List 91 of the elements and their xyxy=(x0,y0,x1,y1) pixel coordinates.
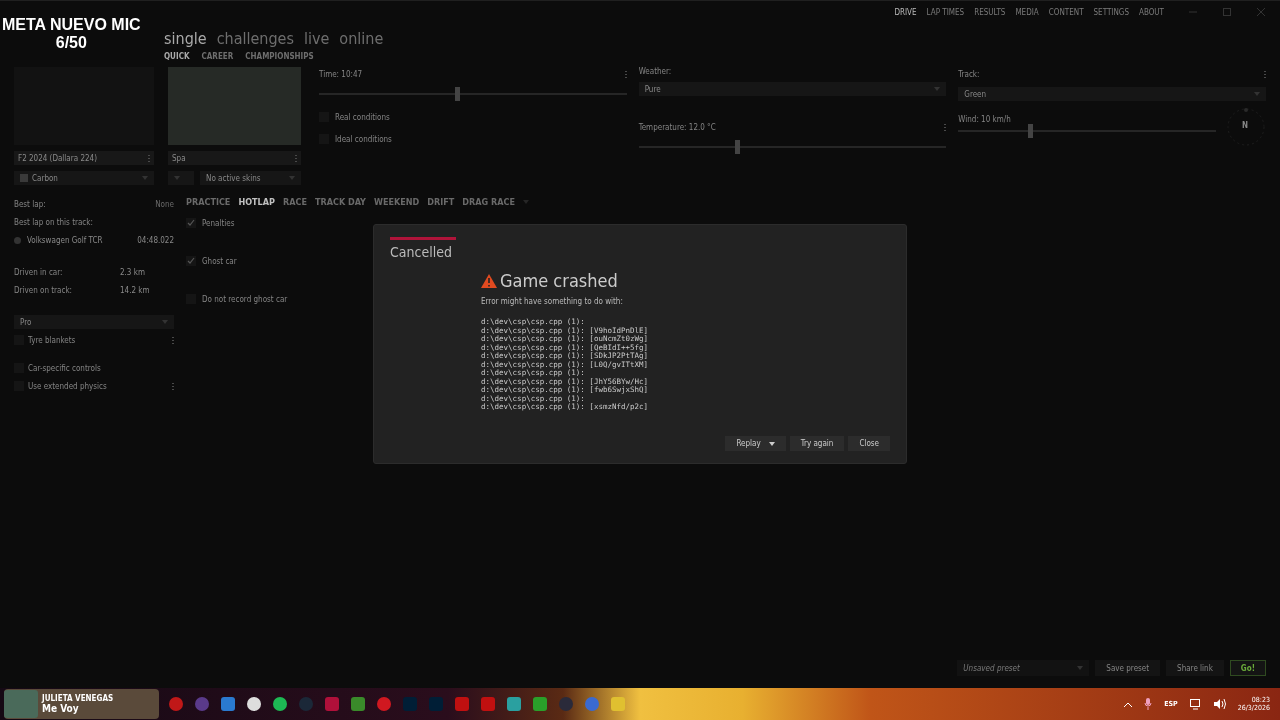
caret-icon xyxy=(1077,666,1084,670)
weather-label: Weather: xyxy=(638,67,673,76)
mode-tab[interactable]: TRACK DAY xyxy=(314,197,366,207)
temperature-label: Temperature: 12.0 °C xyxy=(638,122,716,132)
mode-tab[interactable]: DRAG RACE xyxy=(462,197,515,207)
nav-link[interactable]: DRIVE xyxy=(894,7,917,17)
checkbox-label: Tyre blankets xyxy=(28,335,76,345)
stream-goal-count: 6/50 xyxy=(55,34,87,52)
dialog-header: Cancelled xyxy=(390,244,453,260)
wind-label: Wind: 10 km/h xyxy=(958,114,1012,124)
skin-select[interactable]: Carbon xyxy=(14,171,154,185)
microphone-icon[interactable] xyxy=(1144,698,1153,710)
stat-label: Best lap: xyxy=(14,199,46,209)
compass-dial[interactable] xyxy=(1226,107,1266,147)
more-icon[interactable] xyxy=(624,70,627,78)
album-art-placeholder xyxy=(4,690,38,718)
mode-tab[interactable]: PRACTICE xyxy=(186,197,231,207)
checkbox-label: Ideal conditions xyxy=(335,134,392,144)
track-skin-select[interactable]: No active skins xyxy=(200,171,301,185)
stat-label: Driven in car: xyxy=(14,267,64,277)
section-tab[interactable]: single xyxy=(164,29,207,48)
checkbox[interactable] xyxy=(186,256,196,266)
sub-tab[interactable]: CHAMPIONSHIPS xyxy=(245,52,314,61)
checkbox-label: Real conditions xyxy=(335,112,390,122)
section-tab[interactable]: online xyxy=(339,29,384,48)
checkbox-label: Use extended physics xyxy=(28,381,107,391)
song-title: Me Voy xyxy=(42,702,80,715)
best-lap-time: 04:48.022 xyxy=(137,235,174,245)
track-photo-placeholder[interactable] xyxy=(168,67,301,145)
slider-thumb[interactable] xyxy=(735,140,741,154)
layout-select[interactable] xyxy=(168,171,194,185)
volume-icon[interactable] xyxy=(1213,699,1226,709)
stat-value: 2.3 km xyxy=(120,267,145,277)
mode-tab[interactable]: WEEKEND xyxy=(374,197,420,207)
accent-bar xyxy=(390,237,456,240)
stat-value: 14.2 km xyxy=(120,285,150,295)
weather-select[interactable]: Pure xyxy=(638,82,947,96)
car-name: F2 2024 (Dallara 224) xyxy=(18,153,97,163)
network-icon[interactable] xyxy=(1189,698,1202,710)
nav-link[interactable]: LAP TIMES xyxy=(926,7,965,17)
checkbox-label: Car-specific controls xyxy=(28,363,101,373)
car-brand-icon xyxy=(14,236,21,244)
go-button[interactable]: Go! xyxy=(1229,660,1266,676)
time-label: Time: 10:47 xyxy=(319,69,363,79)
app-icon[interactable] xyxy=(247,697,261,711)
sub-tab[interactable]: CAREER xyxy=(201,52,234,61)
warning-icon xyxy=(481,273,497,288)
best-lap-car: Volkswagen Golf TCR xyxy=(27,235,103,245)
app-icon[interactable] xyxy=(273,697,287,711)
checkbox-label: Penalties xyxy=(202,218,235,228)
dialog-button[interactable]: Close xyxy=(848,436,890,451)
nav-link[interactable]: SETTINGS xyxy=(1093,7,1129,17)
nav-link[interactable]: RESULTS xyxy=(974,7,1006,17)
checkbox-label: Ghost car xyxy=(202,256,237,266)
track-state-label: Track: xyxy=(958,69,980,79)
checkbox[interactable] xyxy=(186,218,196,228)
dialog-button[interactable]: Replay xyxy=(725,436,786,451)
track-state-select[interactable]: Green xyxy=(958,87,1266,101)
sub-tab[interactable]: QUICK xyxy=(164,52,190,61)
more-icon[interactable] xyxy=(944,123,947,131)
section-tab[interactable]: challenges xyxy=(216,29,294,48)
dialog-title: Game crashed xyxy=(500,270,618,291)
slider-thumb[interactable] xyxy=(1028,123,1034,138)
skin-swatch xyxy=(20,174,28,182)
stream-goal-title: META NUEVO MIC xyxy=(2,16,141,34)
chevron-up-icon[interactable] xyxy=(1124,701,1133,707)
nav-link[interactable]: MEDIA xyxy=(1015,7,1039,17)
maximize-icon[interactable] xyxy=(1222,7,1232,17)
track-name: Spa xyxy=(172,153,186,163)
assists-select[interactable]: Pro xyxy=(14,315,174,329)
stat-value: None xyxy=(155,199,174,209)
footer-button[interactable]: Save preset xyxy=(1095,660,1161,676)
stat-label: Driven on track: xyxy=(14,285,74,295)
footer-button[interactable]: Share link xyxy=(1166,660,1224,676)
caret-icon xyxy=(768,441,775,446)
nav-link[interactable]: CONTENT xyxy=(1048,7,1084,17)
mode-tab[interactable]: HOTLAP xyxy=(238,197,275,207)
compass-letter: N xyxy=(1242,121,1248,130)
close-icon[interactable] xyxy=(1256,7,1266,17)
slider-thumb[interactable] xyxy=(455,87,461,101)
mode-tab[interactable]: RACE xyxy=(282,197,307,207)
dialog-message: Error might have something to do with: xyxy=(481,297,624,306)
nav-link[interactable]: ABOUT xyxy=(1138,7,1164,17)
preset-select[interactable]: Unsaved preset xyxy=(957,660,1090,676)
mode-tab[interactable]: DRIFT xyxy=(427,197,455,207)
stat-label: Best lap on this track: xyxy=(14,217,93,227)
artist-name: JULIETA VENEGAS xyxy=(42,693,114,703)
section-tab[interactable]: live xyxy=(303,29,330,48)
checkbox-label: Do not record ghost car xyxy=(202,294,288,304)
dialog-button[interactable]: Try again xyxy=(789,436,845,451)
now-playing-widget[interactable]: JULIETA VENEGAS Me Voy xyxy=(4,689,159,719)
